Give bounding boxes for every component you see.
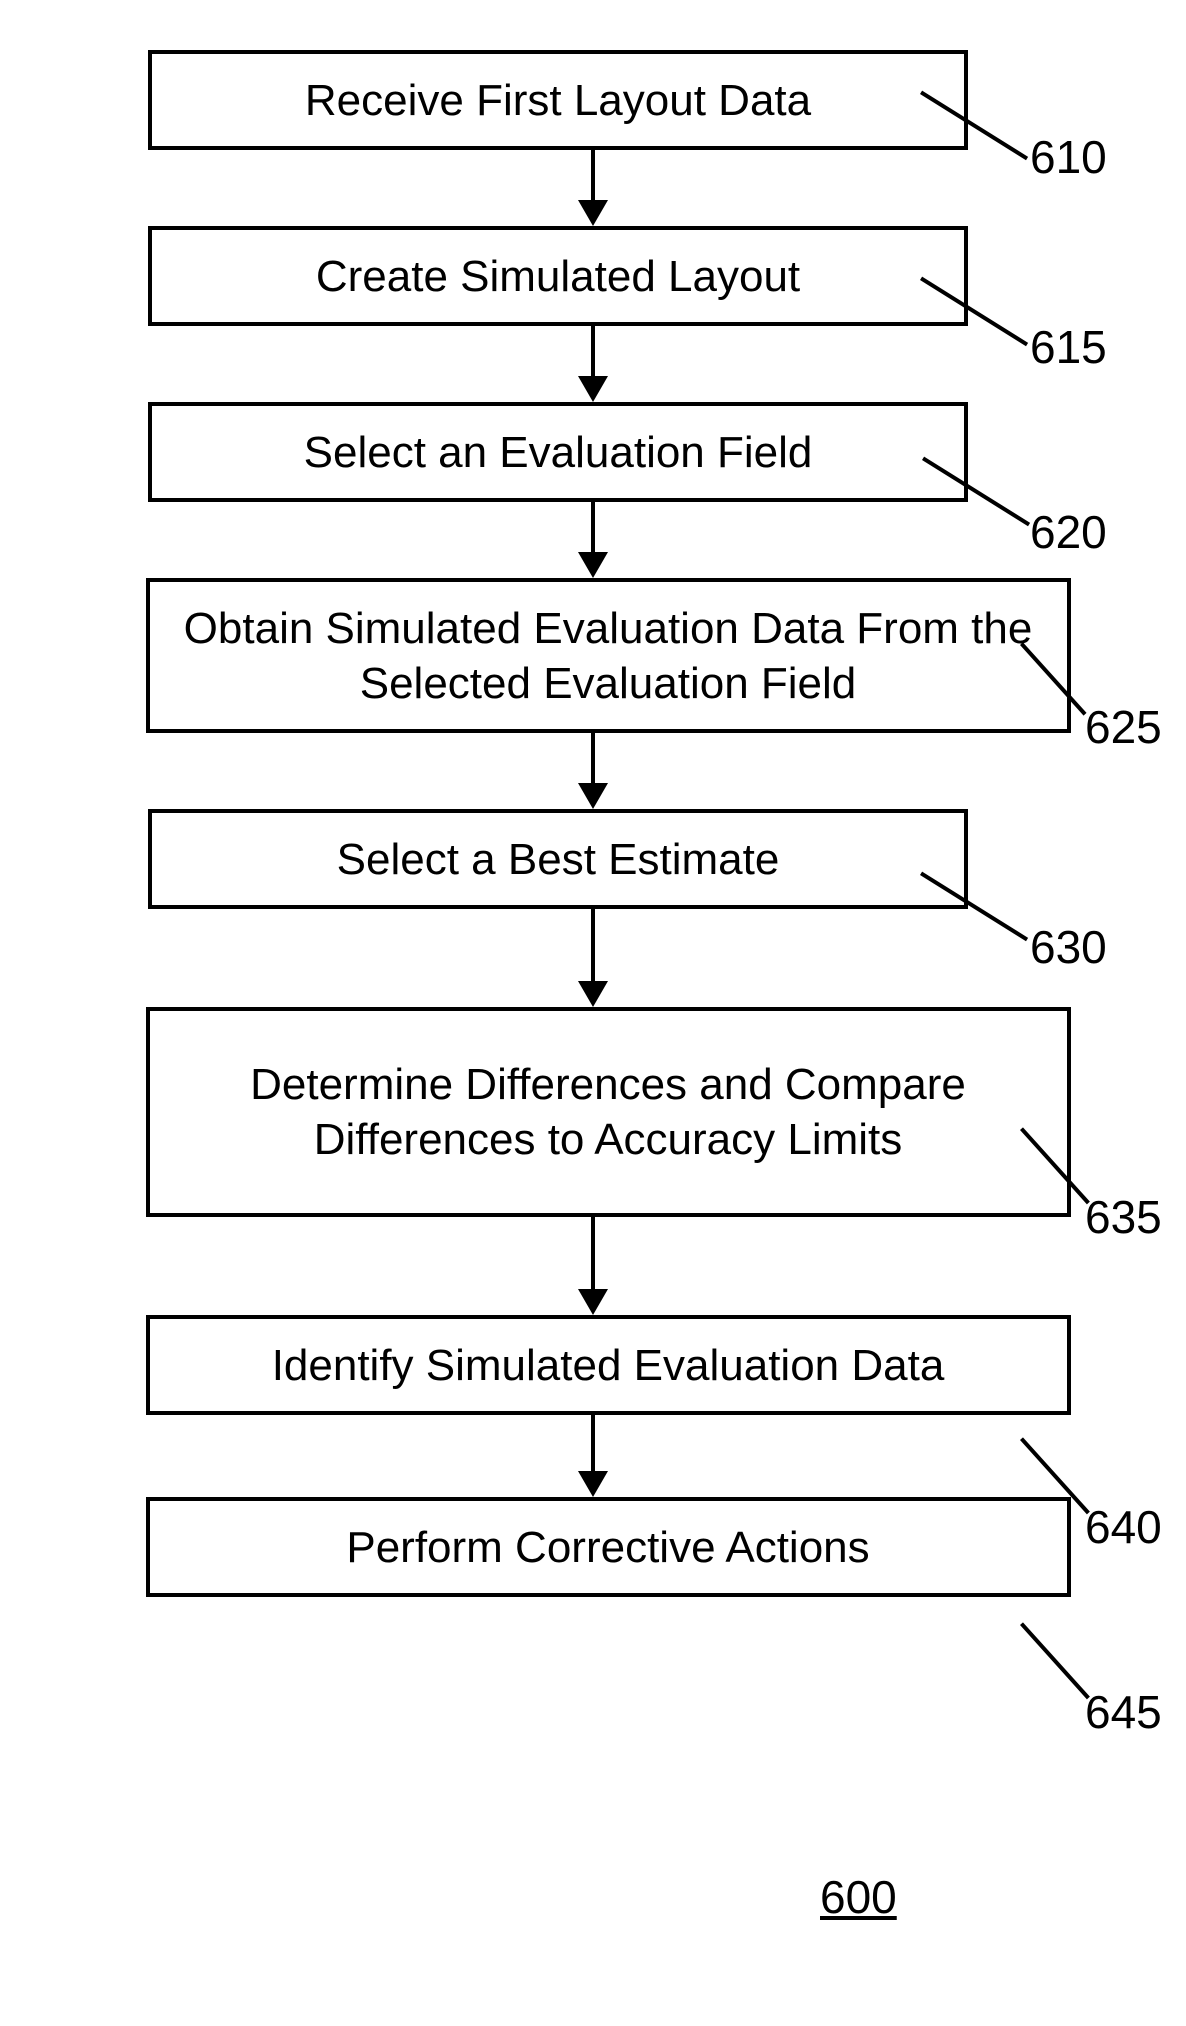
figure-number: 600 — [820, 1870, 897, 1924]
ref-label: 620 — [1030, 505, 1107, 559]
ref-label: 635 — [1085, 1190, 1162, 1244]
step-text: Create Simulated Layout — [316, 249, 800, 304]
step-text: Perform Corrective Actions — [346, 1520, 869, 1575]
flowchart-page: Receive First Layout Data Create Simulat… — [0, 0, 1186, 1597]
step-box-640: Identify Simulated Evaluation Data — [146, 1315, 1071, 1415]
step-box-620: Select an Evaluation Field — [148, 402, 968, 502]
step-box-635: Determine Differences and Compare Differ… — [146, 1007, 1071, 1217]
step-box-645: Perform Corrective Actions — [146, 1497, 1071, 1597]
step-box-625: Obtain Simulated Evaluation Data From th… — [146, 578, 1071, 733]
step-text: Determine Differences and Compare Differ… — [168, 1057, 1049, 1167]
step-box-610: Receive First Layout Data — [148, 50, 968, 150]
leader-line — [1020, 1622, 1090, 1699]
step-text: Select a Best Estimate — [337, 832, 780, 887]
ref-label: 615 — [1030, 320, 1107, 374]
ref-label: 640 — [1085, 1500, 1162, 1554]
ref-label: 645 — [1085, 1685, 1162, 1739]
step-box-615: Create Simulated Layout — [148, 226, 968, 326]
ref-label: 630 — [1030, 920, 1107, 974]
arrow — [578, 1415, 608, 1497]
step-text: Identify Simulated Evaluation Data — [272, 1338, 945, 1393]
arrow — [578, 326, 608, 402]
arrow — [578, 1217, 608, 1315]
ref-label: 610 — [1030, 130, 1107, 184]
step-text: Select an Evaluation Field — [304, 425, 813, 480]
arrow — [578, 150, 608, 226]
step-box-630: Select a Best Estimate — [148, 809, 968, 909]
arrow — [578, 909, 608, 1007]
ref-label: 625 — [1085, 700, 1162, 754]
step-text: Receive First Layout Data — [305, 73, 811, 128]
flowchart: Receive First Layout Data Create Simulat… — [0, 50, 1186, 1597]
step-text: Obtain Simulated Evaluation Data From th… — [168, 601, 1049, 711]
arrow — [578, 502, 608, 578]
arrow — [578, 733, 608, 809]
